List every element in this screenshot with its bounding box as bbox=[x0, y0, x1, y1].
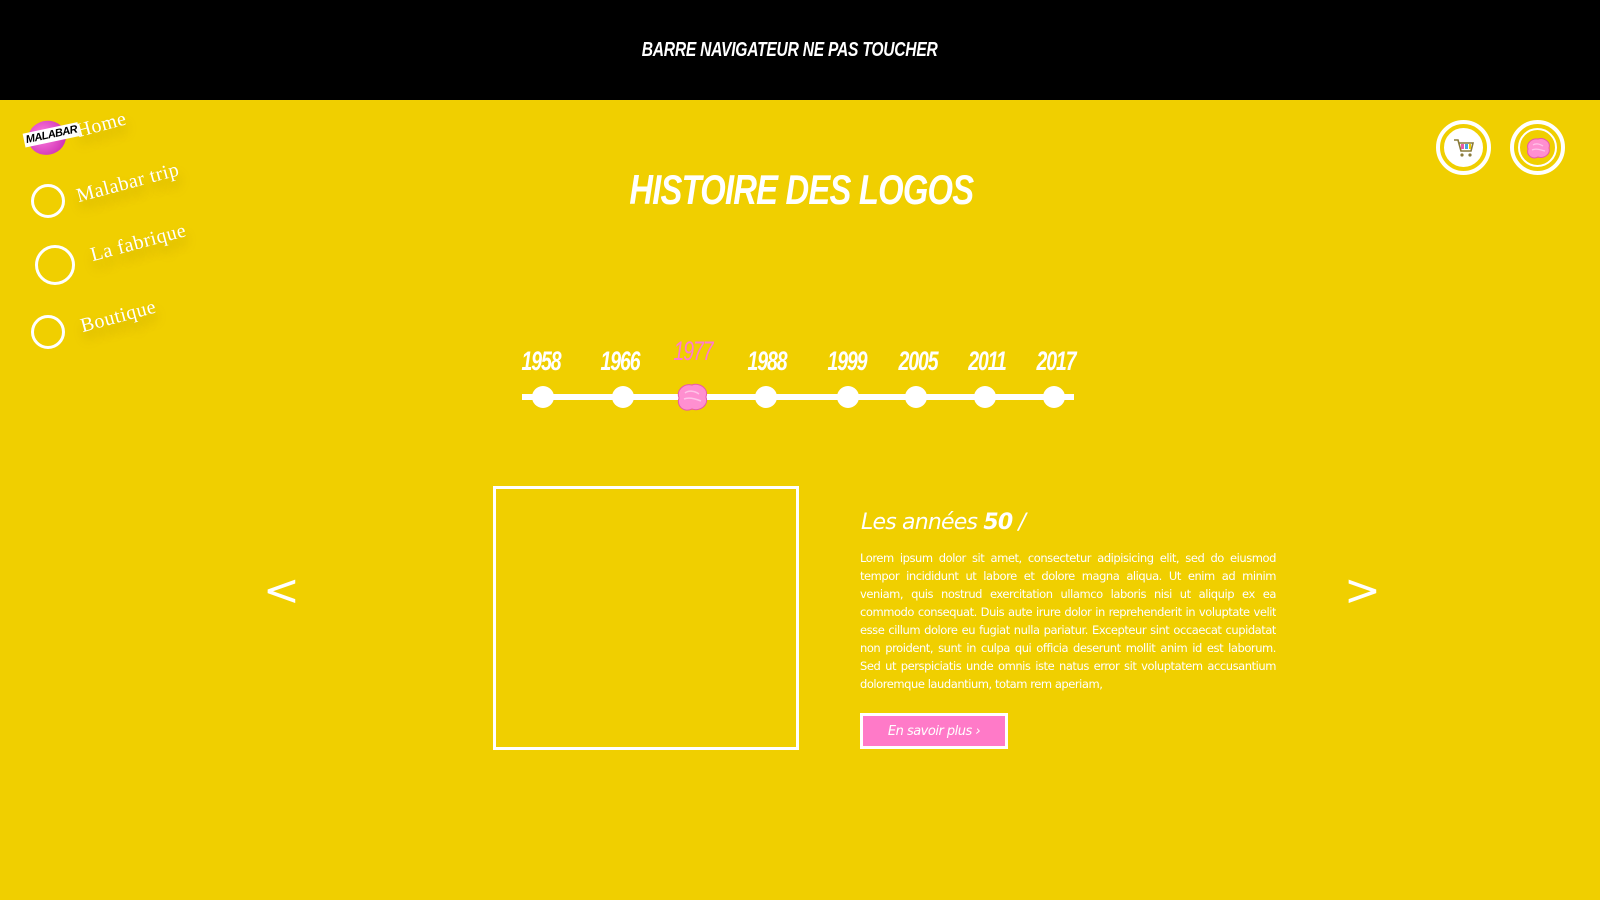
section-heading-suffix: / bbox=[1012, 510, 1026, 535]
timeline-dot[interactable] bbox=[755, 386, 777, 408]
nav-item-boutique[interactable]: Boutique bbox=[78, 296, 159, 338]
bubble-gum-icon bbox=[1526, 137, 1550, 158]
circle-icon[interactable] bbox=[35, 245, 75, 285]
next-arrow-button[interactable]: > bbox=[1344, 565, 1381, 616]
nav-item-malabar-trip[interactable]: Malabar trip bbox=[74, 159, 182, 208]
bubble-gum-icon[interactable] bbox=[674, 380, 710, 414]
timeline-year-2005[interactable]: 2005 bbox=[889, 346, 947, 377]
timeline-year-2011[interactable]: 2011 bbox=[958, 346, 1016, 377]
shopping-cart-icon bbox=[1453, 138, 1474, 157]
timeline-year-1977[interactable]: 1977 bbox=[664, 336, 722, 367]
timeline-dot[interactable] bbox=[837, 386, 859, 408]
page-title: HISTOIRE DES LOGOS bbox=[629, 166, 974, 213]
timeline-dot[interactable] bbox=[905, 386, 927, 408]
circle-icon[interactable] bbox=[31, 315, 65, 349]
timeline-year-1958[interactable]: 1958 bbox=[512, 346, 570, 377]
browser-bar-placeholder: BARRE NAVIGATEUR NE PAS TOUCHER bbox=[0, 0, 1600, 100]
browser-bar-text: BARRE NAVIGATEUR NE PAS TOUCHER bbox=[642, 38, 938, 61]
learn-more-button[interactable]: En savoir plus › bbox=[860, 713, 1008, 749]
logo-image-frame bbox=[493, 486, 799, 750]
timeline-dot[interactable] bbox=[1043, 386, 1065, 408]
section-heading-number: 50 bbox=[983, 510, 1013, 535]
section-body-text: Lorem ipsum dolor sit amet, consectetur … bbox=[860, 551, 1276, 691]
nav-item-la-fabrique[interactable]: La fabrique bbox=[88, 219, 189, 267]
previous-arrow-button[interactable]: < bbox=[263, 565, 300, 616]
timeline-year-2017[interactable]: 2017 bbox=[1027, 346, 1085, 377]
malabar-logo-icon[interactable]: MALABAR bbox=[21, 117, 81, 159]
section-heading-prefix: Les années bbox=[861, 510, 984, 535]
timeline-year-1966[interactable]: 1966 bbox=[591, 346, 649, 377]
section-heading: Les années 50 / bbox=[861, 510, 1026, 535]
timeline-dot[interactable] bbox=[532, 386, 554, 408]
nav-item-home[interactable]: Home bbox=[74, 108, 129, 143]
circle-icon[interactable] bbox=[31, 184, 65, 218]
timeline-dot[interactable] bbox=[974, 386, 996, 408]
timeline-year-1999[interactable]: 1999 bbox=[818, 346, 876, 377]
timeline-dot[interactable] bbox=[612, 386, 634, 408]
gum-button[interactable] bbox=[1510, 120, 1565, 175]
cart-button[interactable] bbox=[1436, 120, 1491, 175]
timeline-year-1988[interactable]: 1988 bbox=[738, 346, 796, 377]
